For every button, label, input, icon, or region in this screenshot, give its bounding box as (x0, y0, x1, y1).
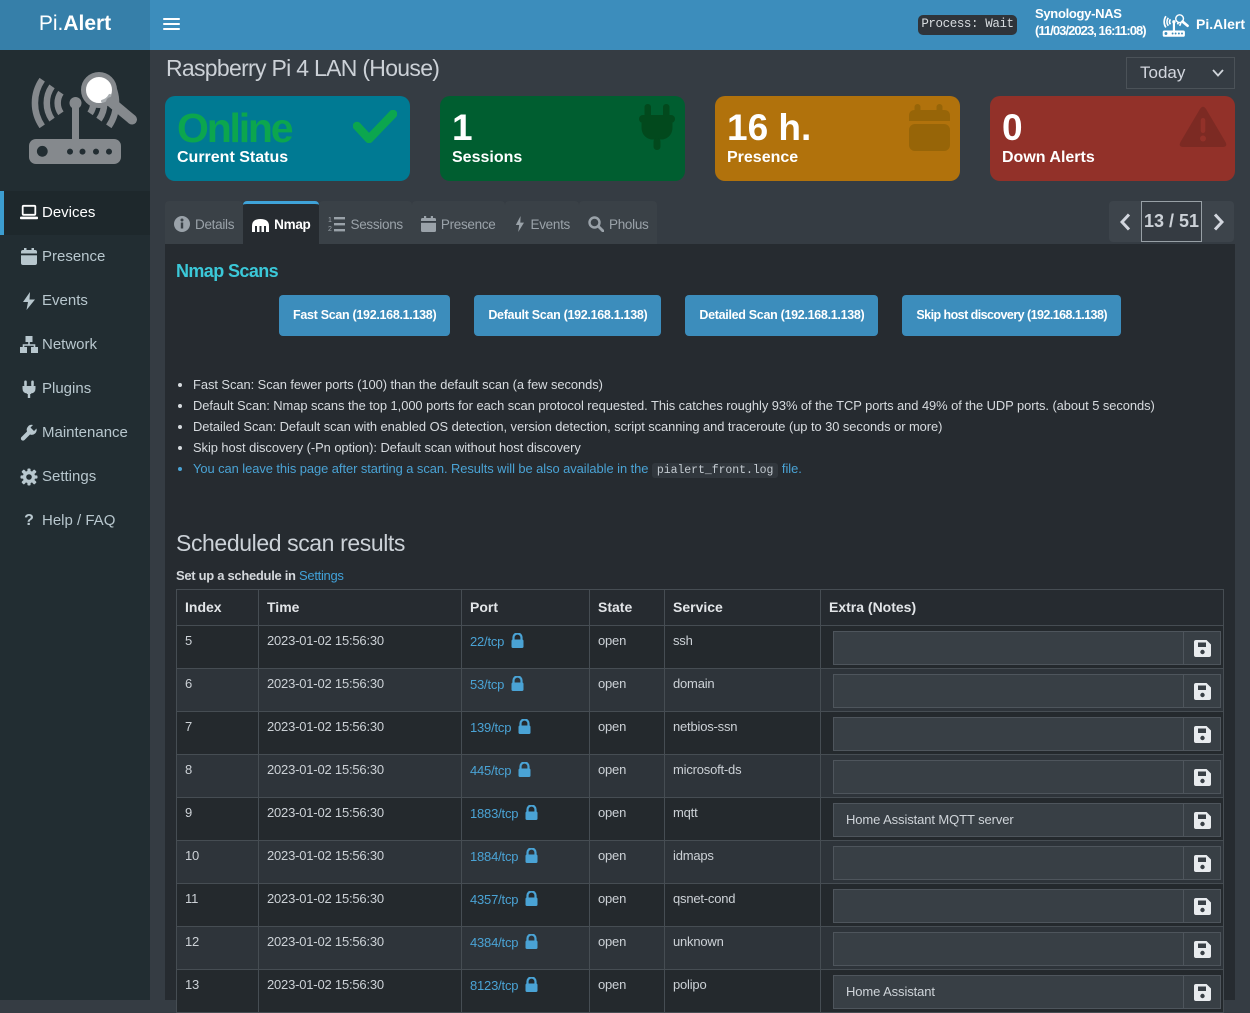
svg-text:1: 1 (328, 217, 332, 224)
svg-text:2: 2 (328, 226, 332, 232)
